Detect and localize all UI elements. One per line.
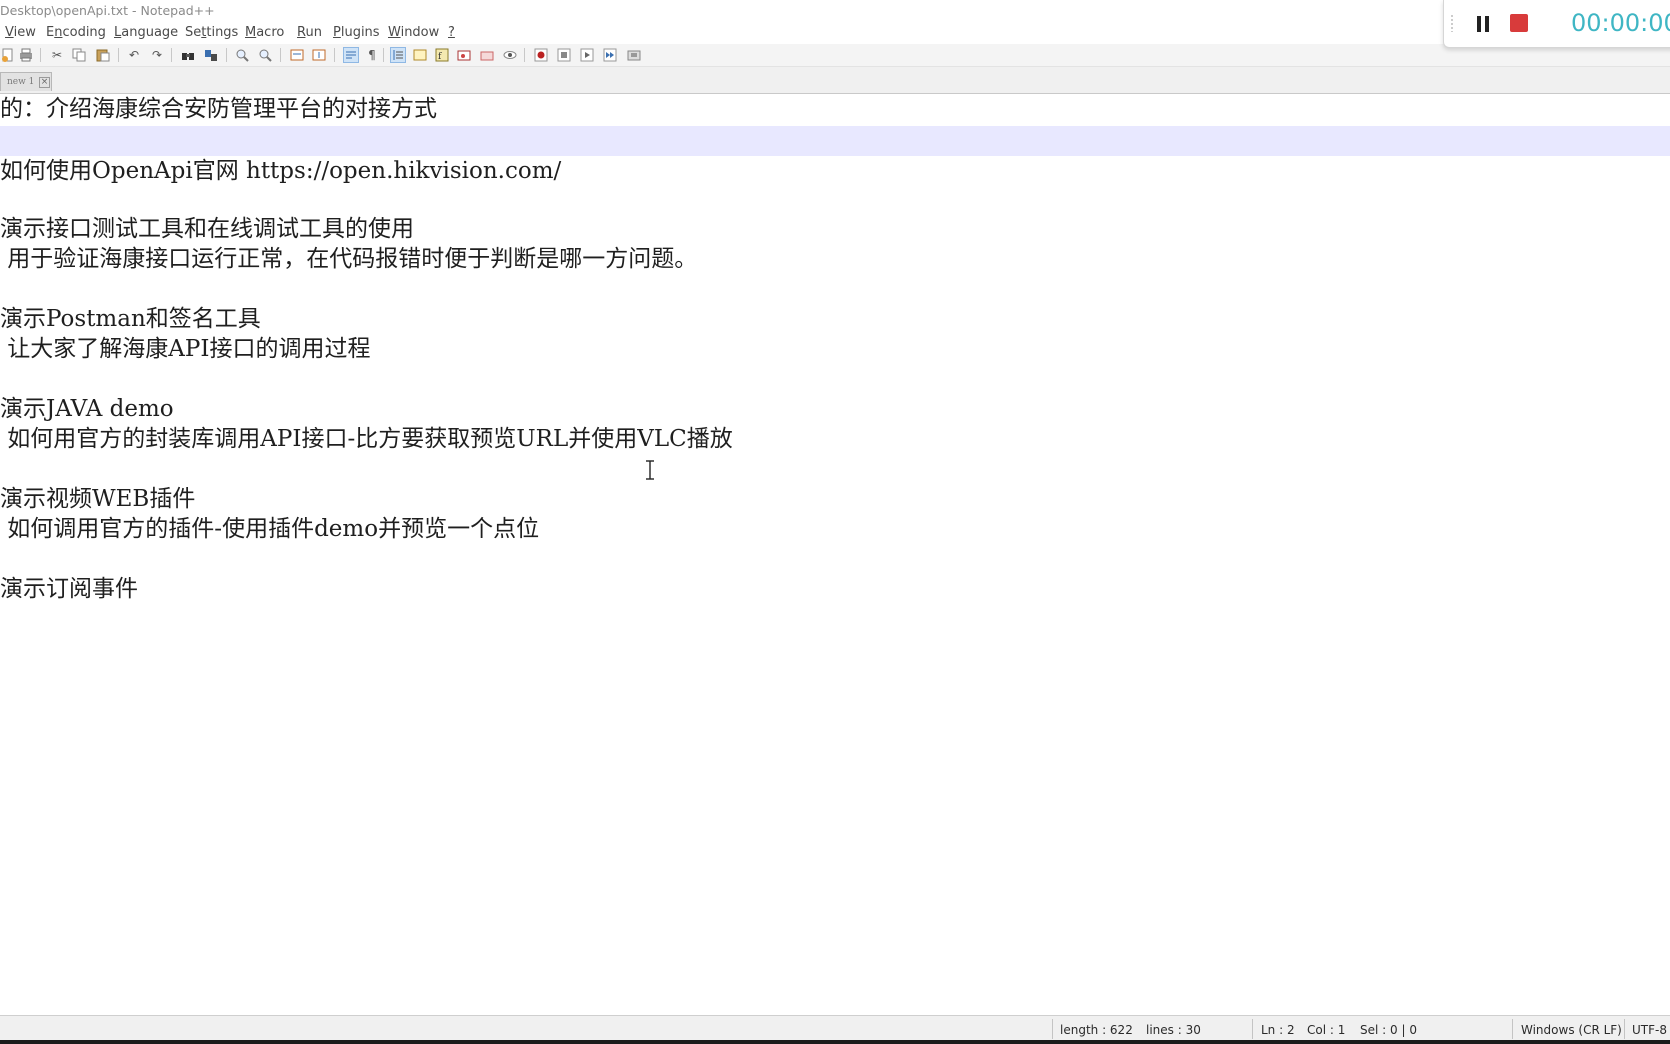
editor-line-1: 的：介绍海康综合安防管理平台的对接方式 (0, 96, 437, 122)
undo-icon[interactable]: ↶ (126, 47, 142, 63)
menu-language[interactable]: Language (114, 22, 178, 44)
editor-line-14: 演示视频WEB插件 (0, 486, 196, 512)
current-line-highlight (0, 126, 1670, 156)
menu-macro[interactable]: Macro (245, 22, 284, 44)
status-column: Col : 1 (1307, 1023, 1346, 1037)
editor-line-12: 如何用官方的封装库调用API接口-比方要获取预览URL并使用VLC播放 (0, 426, 733, 452)
menu-window[interactable]: Window (388, 22, 439, 44)
tab-bar: new 1 × (0, 67, 1670, 94)
tab-new-1[interactable]: new 1 × (0, 72, 52, 91)
copy-icon[interactable] (71, 47, 87, 63)
taskbar-edge (0, 1040, 1670, 1044)
tab-label: new 1 (7, 77, 35, 87)
show-all-characters-icon[interactable]: ¶ (364, 47, 380, 63)
close-icon[interactable]: × (39, 77, 50, 88)
editor-line-5: 演示接口测试工具和在线调试工具的使用 (0, 216, 414, 242)
menu-run[interactable]: Run (297, 22, 322, 44)
replace-icon[interactable] (203, 47, 219, 63)
menu-view[interactable]: View (5, 22, 36, 44)
sync-vertical-icon[interactable] (289, 47, 305, 63)
menu-plugins[interactable]: Plugins (333, 22, 380, 44)
text-cursor-icon (646, 460, 654, 480)
screen-recorder-widget: 00:00:00 (1443, 0, 1670, 48)
folder-as-workspace-icon[interactable] (456, 47, 472, 63)
menu-bar: View Encoding Language Settings Macro Ru… (0, 22, 1670, 44)
word-wrap-icon[interactable] (343, 47, 359, 63)
run-macro-multiple-icon[interactable] (602, 47, 618, 63)
toolbar: ✂ ↶ ↷ ¶ f (0, 44, 1670, 67)
indent-guide-icon[interactable] (390, 47, 406, 63)
pause-icon[interactable] (1474, 14, 1492, 34)
editor-line-8: 演示Postman和签名工具 (0, 306, 261, 332)
drag-handle-icon[interactable] (1450, 14, 1454, 32)
recording-timer: 00:00:00 (1571, 9, 1670, 37)
paste-icon[interactable] (95, 47, 111, 63)
playback-macro-icon[interactable] (579, 47, 595, 63)
save-macro-icon[interactable] (626, 47, 642, 63)
editor-line-11: 演示JAVA demo (0, 396, 174, 422)
stop-recording-icon[interactable] (556, 47, 572, 63)
editor-line-17: 演示订阅事件 (0, 576, 138, 602)
record-macro-icon[interactable] (533, 47, 549, 63)
status-selection: Sel : 0 | 0 (1360, 1023, 1417, 1037)
menu-settings[interactable]: Settings (185, 22, 238, 44)
title-bar: Desktop\openApi.txt - Notepad++ (0, 0, 1670, 22)
zoom-in-icon[interactable] (234, 47, 250, 63)
editor-line-3: 如何使用OpenApi官网 https://open.hikvision.com… (0, 158, 562, 184)
new-file-icon[interactable] (0, 47, 16, 63)
zoom-out-icon[interactable] (257, 47, 273, 63)
status-lines: lines : 30 (1146, 1023, 1201, 1037)
editor-line-15: 如何调用官方的插件-使用插件demo并预览一个点位 (0, 516, 540, 542)
find-icon[interactable] (180, 47, 196, 63)
status-length: length : 622 (1060, 1023, 1133, 1037)
monitoring-icon[interactable] (479, 47, 495, 63)
notepadpp-window: Desktop\openApi.txt - Notepad++ View Enc… (0, 0, 1670, 1044)
editor-line-9: 让大家了解海康API接口的调用过程 (0, 336, 371, 362)
document-map-icon[interactable] (412, 47, 428, 63)
redo-icon[interactable]: ↷ (149, 47, 165, 63)
menu-encoding[interactable]: Encoding (46, 22, 106, 44)
status-eol-format[interactable]: Windows (CR LF) (1521, 1022, 1622, 1038)
sync-horizontal-icon[interactable] (311, 47, 327, 63)
print-icon[interactable] (18, 47, 34, 63)
editor-line-6: 用于验证海康接口运行正常，在代码报错时便于判断是哪一方问题。 (0, 246, 698, 272)
editor-area[interactable]: 的：介绍海康综合安防管理平台的对接方式 如何使用OpenApi官网 https:… (0, 94, 1670, 1015)
eye-icon[interactable] (502, 47, 518, 63)
status-line-number: Ln : 2 (1261, 1023, 1295, 1037)
stop-icon[interactable] (1510, 14, 1528, 32)
menu-help[interactable]: ? (448, 22, 455, 44)
status-encoding[interactable]: UTF-8 (1632, 1022, 1667, 1038)
cut-icon[interactable]: ✂ (49, 47, 65, 63)
window-title: Desktop\openApi.txt - Notepad++ (0, 3, 215, 18)
function-list-icon[interactable]: f (434, 47, 450, 63)
